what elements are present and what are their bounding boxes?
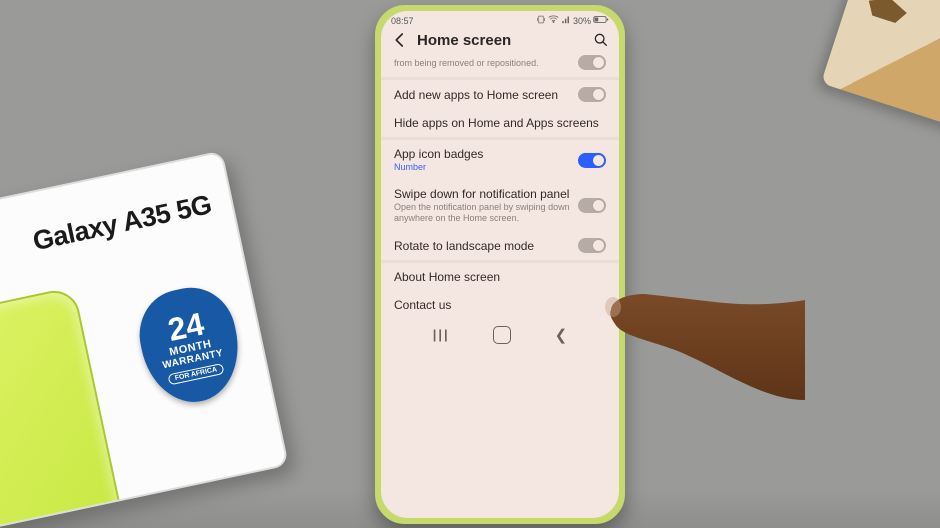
row-lock-layout-truncated[interactable]: from being removed or repositioned.: [381, 55, 619, 77]
product-box: Galaxy A35 5G 24 MONTH WARRANTY FOR AFRI…: [0, 150, 289, 528]
android-nav-bar: ||| ❮: [381, 323, 619, 346]
product-box-title: Galaxy A35 5G: [30, 189, 214, 257]
row-title: Hide apps on Home and Apps screens: [394, 116, 606, 130]
row-title: App icon badges: [394, 147, 578, 161]
row-contact-us[interactable]: Contact us: [381, 291, 619, 319]
toggle-lock-layout[interactable]: [578, 55, 606, 70]
status-time: 08:57: [391, 16, 414, 26]
row-title: Rotate to landscape mode: [394, 239, 578, 253]
phone-screen: 08:57 30%: [381, 11, 619, 518]
settings-header: Home screen: [381, 27, 619, 55]
search-icon[interactable]: [593, 32, 609, 48]
hand-pointer: [605, 260, 805, 380]
vibrate-icon: [536, 15, 546, 26]
row-rotate-landscape[interactable]: Rotate to landscape mode: [381, 231, 619, 260]
row-title: Contact us: [394, 298, 606, 312]
settings-list: from being removed or repositioned. Add …: [381, 55, 619, 323]
battery-icon: [593, 15, 609, 26]
row-subtitle: from being removed or repositioned.: [394, 58, 578, 69]
page-title: Home screen: [417, 32, 585, 49]
wifi-icon: [548, 15, 559, 26]
row-subtitle: Number: [394, 162, 578, 173]
row-subtitle: Open the notification panel by swiping d…: [394, 202, 578, 224]
back-icon[interactable]: [391, 31, 409, 49]
row-title: Swipe down for notification panel: [394, 187, 578, 201]
home-button[interactable]: [493, 326, 511, 344]
row-add-new-apps[interactable]: Add new apps to Home screen: [381, 80, 619, 109]
row-app-icon-badges[interactable]: App icon badges Number: [381, 140, 619, 180]
back-button[interactable]: ❮: [555, 326, 568, 344]
toggle-add-new-apps[interactable]: [578, 87, 606, 102]
signal-icon: [561, 15, 571, 26]
recents-button[interactable]: |||: [433, 327, 450, 342]
box-phone-render: [0, 286, 141, 528]
battery-percent: 30%: [573, 16, 591, 26]
row-hide-apps[interactable]: Hide apps on Home and Apps screens: [381, 109, 619, 137]
toggle-app-icon-badges[interactable]: [578, 153, 606, 168]
row-title: Add new apps to Home screen: [394, 88, 578, 102]
warranty-badge: 24 MONTH WARRANTY FOR AFRICA: [131, 280, 249, 411]
phone-frame: 08:57 30%: [375, 5, 625, 524]
row-about-home-screen[interactable]: About Home screen: [381, 263, 619, 291]
toggle-rotate-landscape[interactable]: [578, 238, 606, 253]
toggle-swipe-down-notification[interactable]: [578, 198, 606, 213]
wood-prop: [821, 0, 940, 133]
status-bar: 08:57 30%: [381, 11, 619, 27]
row-swipe-down-notification[interactable]: Swipe down for notification panel Open t…: [381, 180, 619, 231]
row-title: About Home screen: [394, 270, 606, 284]
